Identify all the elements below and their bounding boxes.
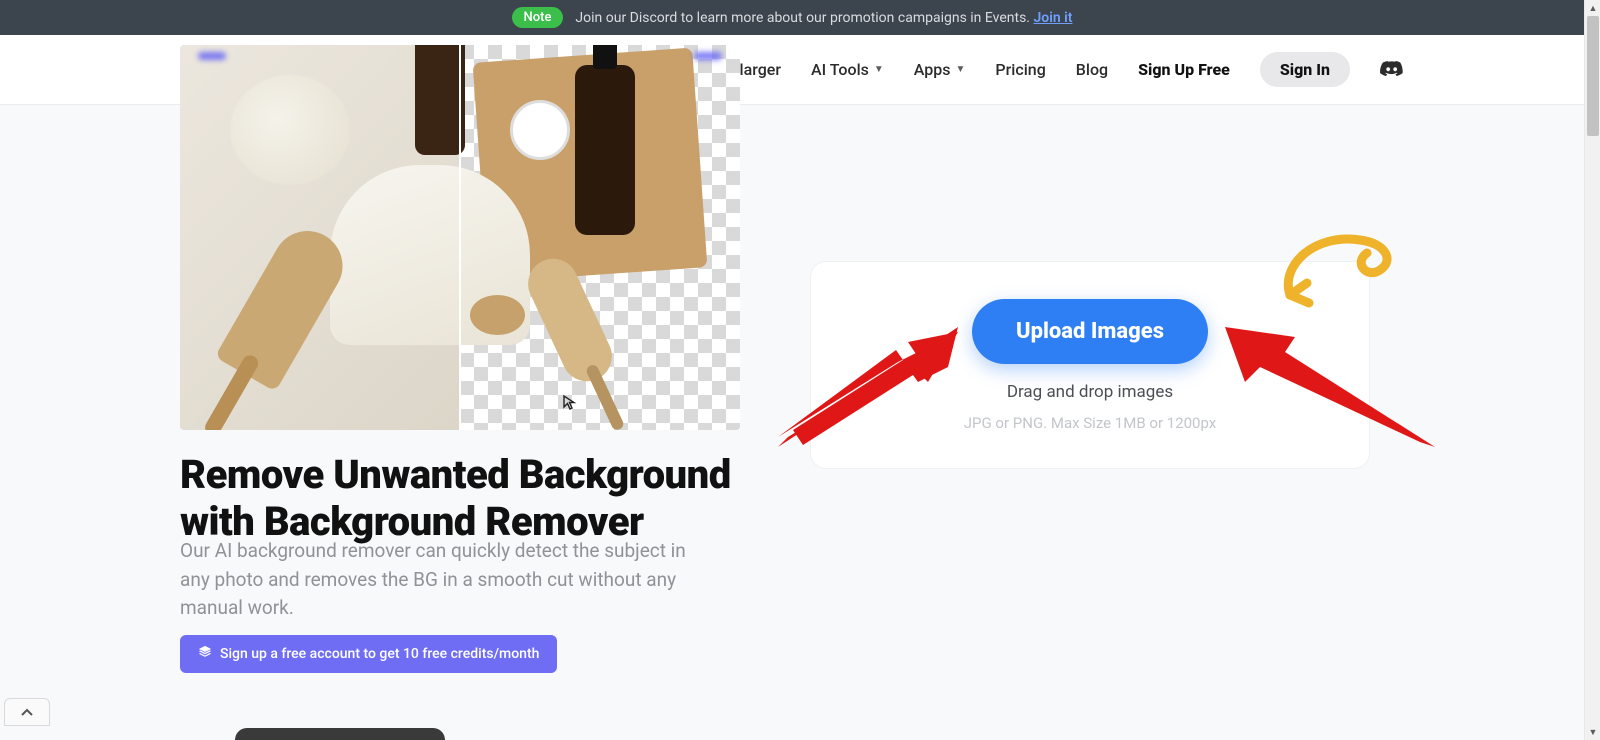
chevron-down-icon: ▼ <box>956 64 966 75</box>
page-subtext: Our AI background remover can quickly de… <box>180 537 720 623</box>
drag-drop-text: Drag and drop images <box>1007 382 1173 402</box>
announcement-link[interactable]: Join it <box>1033 10 1072 26</box>
after-badge <box>694 52 722 60</box>
scrollbar-thumb[interactable] <box>1587 16 1599 136</box>
chevron-down-icon: ▼ <box>874 64 884 75</box>
nav-ai-tools[interactable]: AI Tools ▼ <box>811 60 884 79</box>
note-pill: Note <box>512 7 564 28</box>
nav-pricing[interactable]: Pricing <box>995 60 1045 79</box>
layers-icon <box>198 645 212 663</box>
upload-limits-text: JPG or PNG. Max Size 1MB or 1200px <box>964 414 1217 432</box>
signup-credits-button[interactable]: Sign up a free account to get 10 free cr… <box>180 635 557 673</box>
before-badge <box>198 52 226 60</box>
bottom-tray <box>235 728 445 740</box>
page-content: Remove Unwanted Background with Backgrou… <box>0 105 1584 740</box>
nav-apps[interactable]: Apps ▼ <box>914 60 966 79</box>
annotation-red-arrow-left-icon <box>778 327 958 447</box>
vertical-scrollbar[interactable]: ▲ ▼ <box>1584 0 1600 740</box>
announcement-text-span: Join our Discord to learn more about our… <box>575 10 1030 26</box>
upload-images-button[interactable]: Upload Images <box>972 299 1208 364</box>
cursor-icon <box>562 394 578 410</box>
nav-apps-label: Apps <box>914 60 951 79</box>
compare-divider[interactable] <box>459 45 461 430</box>
annotation-red-arrow-right-icon <box>1225 327 1435 447</box>
announcement-bar: Note Join our Discord to learn more abou… <box>0 0 1584 35</box>
nav-sign-in[interactable]: Sign In <box>1260 52 1350 87</box>
main-nav: Image Enlarger AI Tools ▼ Apps ▼ Pricing… <box>673 52 1404 87</box>
before-after-image <box>180 45 740 430</box>
scroll-up-icon[interactable]: ▲ <box>1585 0 1600 16</box>
discord-icon[interactable] <box>1380 61 1404 79</box>
signup-credits-label: Sign up a free account to get 10 free cr… <box>220 646 539 662</box>
page-headline: Remove Unwanted Background with Backgrou… <box>180 451 760 545</box>
nav-signup-free[interactable]: Sign Up Free <box>1138 60 1230 79</box>
nav-ai-tools-label: AI Tools <box>811 60 869 79</box>
nav-blog[interactable]: Blog <box>1076 60 1108 79</box>
scroll-down-icon[interactable]: ▼ <box>1585 724 1600 740</box>
announcement-text: Join our Discord to learn more about our… <box>575 10 1072 26</box>
annotation-curly-arrow-icon <box>1275 225 1415 315</box>
scroll-to-top-button[interactable] <box>4 698 50 726</box>
